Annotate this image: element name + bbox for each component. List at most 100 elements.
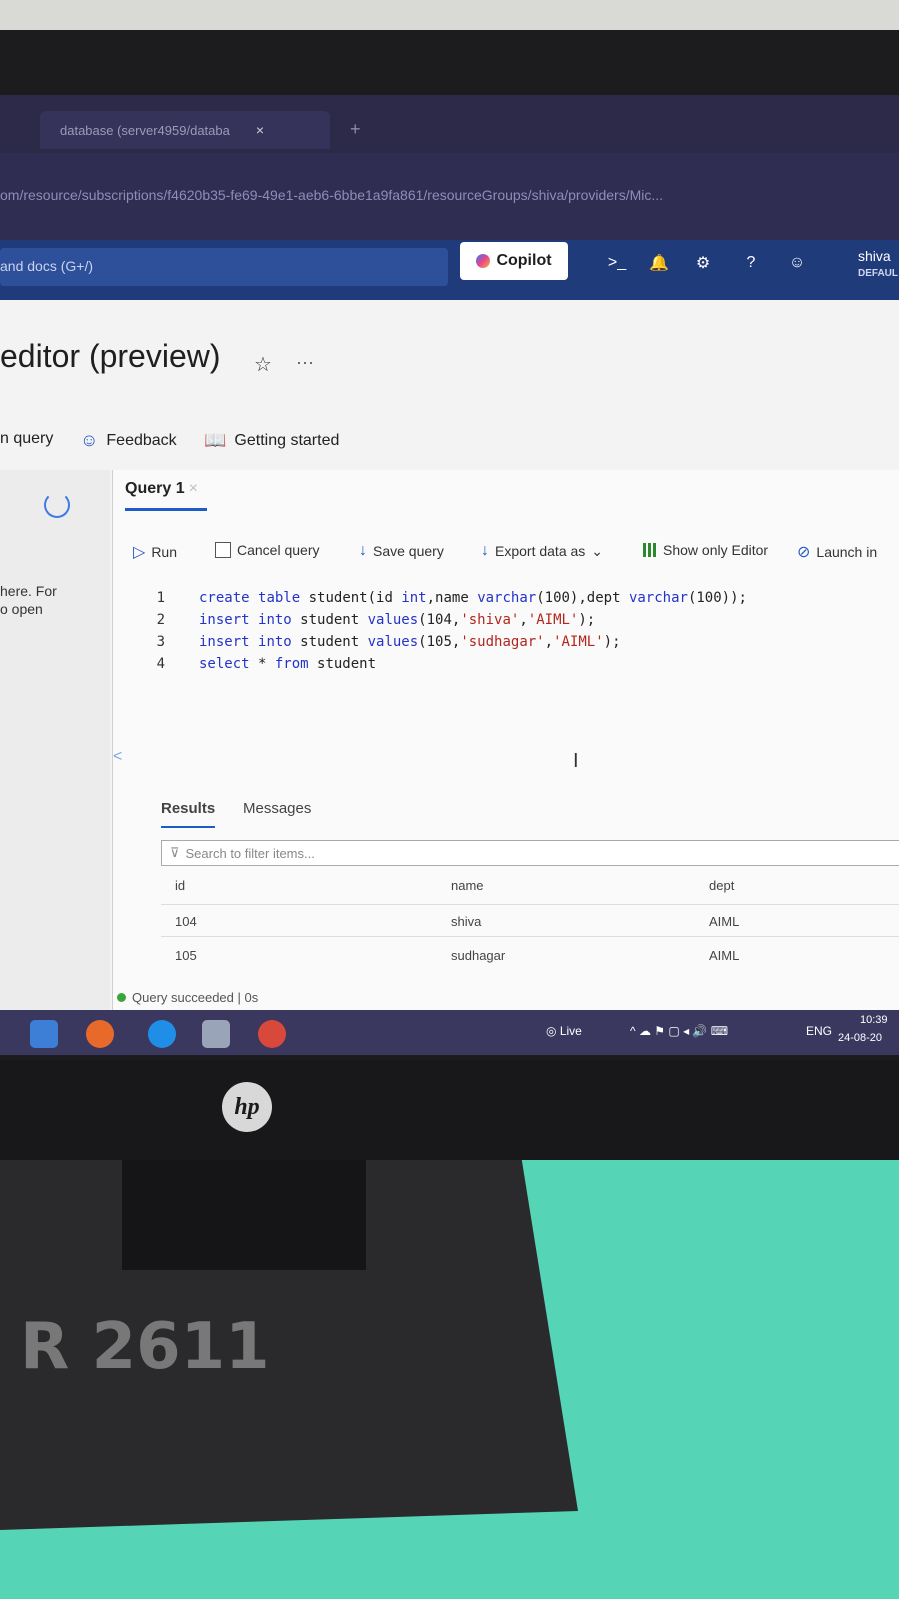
code-token: (105,	[418, 634, 461, 650]
feedback-command[interactable]: ☺ Feedback	[80, 430, 177, 451]
column-header-id[interactable]: id	[175, 878, 185, 893]
column-header-name[interactable]: name	[451, 878, 484, 893]
code-token: table	[258, 590, 301, 606]
new-query-label: n query	[0, 430, 54, 447]
line-number: 4	[156, 656, 165, 672]
cell-name: sudhagar	[451, 948, 506, 963]
run-button[interactable]: ▷ Run	[133, 542, 177, 562]
save-query-button[interactable]: ↓ Save query	[359, 542, 444, 560]
url-text: om/resource/subscriptions/f4620b35-fe69-…	[0, 187, 664, 203]
favorite-star-icon[interactable]: ☆	[254, 352, 272, 377]
page-content: editor (preview) ☆ ··· n query ☺ Feedbac…	[0, 300, 899, 1055]
screen: database (server4959/databa × + om/resou…	[0, 95, 899, 1055]
cloud-shell-icon[interactable]: >_	[604, 252, 630, 274]
portal-topbar: and docs (G+/) Copilot >_ 🔔 ⚙ ? ☺ shiva …	[0, 240, 899, 300]
code-line[interactable]: 1 create table student(id int ,name varcha…	[113, 590, 747, 612]
tab-query-1[interactable]: Query 1 ×	[125, 480, 198, 498]
show-only-editor-button[interactable]: Show only Editor	[643, 542, 768, 558]
stop-icon	[215, 542, 231, 558]
settings-icon[interactable]: ⚙	[690, 252, 716, 274]
copilot-button[interactable]: Copilot	[460, 242, 568, 280]
query-tab-underline	[125, 508, 207, 511]
tab-results[interactable]: Results	[161, 800, 215, 817]
export-icon: ↓	[481, 542, 489, 559]
new-query-command[interactable]: n query	[0, 430, 53, 448]
filter-input[interactable]: ⊽ Search to filter items...	[161, 840, 899, 866]
user-directory: DEFAUL	[858, 268, 898, 279]
code-editor[interactable]: 1 create table student(id int ,name varcha…	[113, 590, 899, 760]
collapse-sidebar-icon[interactable]: <	[113, 748, 122, 766]
download-icon: ↓	[359, 542, 367, 559]
code-token: (104,	[418, 612, 461, 628]
save-query-label: Save query	[373, 543, 444, 559]
code-token: select	[199, 656, 250, 672]
results-tab-underline	[161, 826, 215, 828]
getting-started-command[interactable]: 📖 Getting started	[204, 430, 339, 451]
column-header-dept[interactable]: dept	[709, 878, 734, 893]
export-data-dropdown[interactable]: ↓ Export data as ⌄	[481, 542, 603, 560]
firefox-icon[interactable]	[86, 1020, 114, 1048]
code-token: int	[401, 590, 427, 606]
address-bar[interactable]: om/resource/subscriptions/f4620b35-fe69-…	[0, 153, 899, 243]
query-toolbar: ▷ Run Cancel query ↓ Save query ↓ Export…	[133, 542, 899, 572]
monitor-chin	[0, 1060, 899, 1160]
code-token: values	[367, 634, 419, 650]
code-line[interactable]: 4 select * from student	[113, 656, 376, 678]
windows-taskbar: ◎ Live ^ ☁ ⚑ ▢ ◂ 🔊 ⌨ ENG 10:39 24-08-20	[0, 1010, 899, 1055]
file-app-icon[interactable]	[202, 1020, 230, 1048]
left-sidebar: here. For o open	[0, 470, 110, 1055]
clock-date[interactable]: 24-08-20	[838, 1032, 882, 1044]
success-icon	[117, 993, 126, 1002]
query-tab-close-icon[interactable]: ×	[189, 480, 198, 497]
play-icon: ▷	[133, 544, 146, 561]
code-token: student	[308, 656, 377, 672]
code-token: 'AIML'	[553, 634, 604, 650]
weather-live-icon[interactable]: ◎ Live	[546, 1024, 582, 1038]
portal-search-input[interactable]: and docs (G+/)	[0, 248, 448, 286]
code-token: insert	[199, 612, 250, 628]
page-title: editor (preview)	[0, 338, 221, 374]
query-tab-label: Query 1	[125, 480, 185, 497]
tab-close-icon[interactable]: ×	[256, 122, 264, 138]
clock-time[interactable]: 10:39	[860, 1014, 888, 1026]
launch-button[interactable]: ⊘ Launch in	[797, 542, 877, 562]
query-editor-pane: Query 1 × ▷ Run Cancel query ↓ Save query…	[112, 470, 899, 1055]
chevron-down-icon: ⌄	[591, 542, 604, 559]
browser-tab[interactable]: database (server4959/databa ×	[40, 111, 330, 149]
mail-app-icon[interactable]	[30, 1020, 58, 1048]
cell-dept: AIML	[709, 914, 740, 929]
tab-messages[interactable]: Messages	[243, 800, 311, 817]
line-number: 1	[156, 590, 165, 606]
code-token: 'shiva'	[460, 612, 520, 628]
cancel-query-button[interactable]: Cancel query	[215, 542, 320, 558]
getting-started-label: Getting started	[234, 431, 340, 449]
feedback-label: Feedback	[106, 431, 177, 449]
code-token: into	[258, 634, 292, 650]
code-token: student	[291, 634, 368, 650]
user-name[interactable]: shiva	[858, 248, 891, 264]
system-tray-icons[interactable]: ^ ☁ ⚑ ▢ ◂ 🔊 ⌨	[630, 1024, 728, 1038]
code-token: student	[291, 612, 368, 628]
new-tab-icon[interactable]: +	[350, 119, 361, 140]
edge-icon[interactable]	[148, 1020, 176, 1048]
more-options-button[interactable]: ···	[296, 352, 314, 373]
code-token: 'AIML'	[527, 612, 579, 628]
language-indicator[interactable]: ENG	[806, 1024, 832, 1038]
code-token: (100),dept	[536, 590, 629, 606]
code-line[interactable]: 3 insert into student values (105,'sudhaga…	[113, 634, 621, 656]
code-token: ,	[519, 612, 528, 628]
code-token: );	[603, 634, 621, 650]
cancel-query-label: Cancel query	[237, 542, 320, 558]
chrome-icon[interactable]	[258, 1020, 286, 1048]
refresh-icon[interactable]	[44, 492, 70, 518]
feedback-icon[interactable]: ☺	[784, 252, 810, 274]
code-line[interactable]: 2 insert into student values (104,'shiva',…	[113, 612, 596, 634]
help-icon[interactable]: ?	[738, 252, 764, 274]
code-token: from	[274, 656, 309, 672]
cell-id: 105	[175, 948, 197, 963]
notifications-icon[interactable]: 🔔	[646, 252, 672, 274]
export-label: Export data as	[495, 543, 586, 559]
